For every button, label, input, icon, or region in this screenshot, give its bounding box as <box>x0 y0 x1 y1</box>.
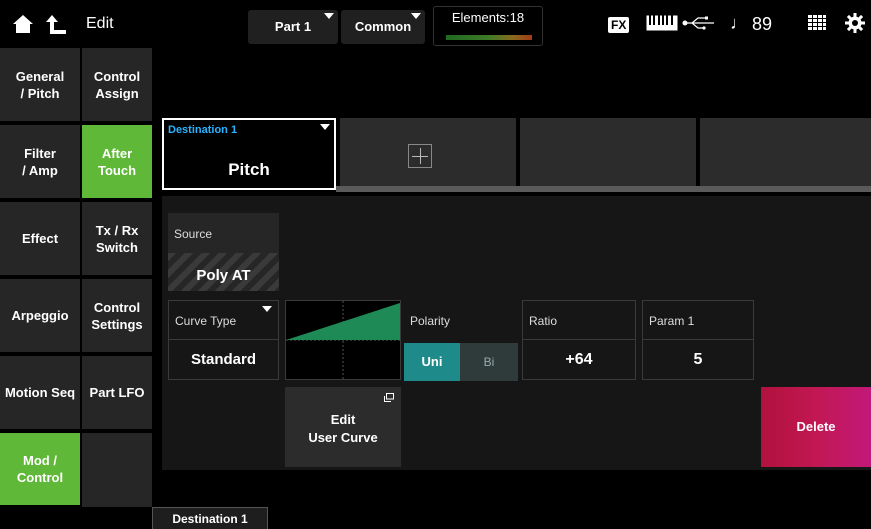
curve-type-selector[interactable]: Curve Type Standard <box>168 300 279 380</box>
subnav-label: Control Assign <box>93 68 141 101</box>
tab-label: Destination 1 <box>172 512 248 526</box>
part-selector-label: Part 1 <box>274 19 312 34</box>
tempo-value[interactable]: 89 <box>752 14 772 35</box>
fx-indicator[interactable]: FX <box>608 17 630 33</box>
divider <box>643 339 753 340</box>
subnav-label: Control Settings <box>91 299 143 332</box>
nav-effect[interactable]: Effect <box>0 202 82 277</box>
dropdown-arrow-icon <box>262 306 272 312</box>
home-icon[interactable] <box>12 14 34 34</box>
nav-arpeggio[interactable]: Arpeggio <box>0 279 82 354</box>
back-up-icon[interactable] <box>44 13 68 35</box>
common-selector-label: Common <box>354 19 412 34</box>
destination-1-selector[interactable]: Destination 1 Pitch <box>162 118 336 190</box>
common-selector-button[interactable]: Common <box>341 10 425 44</box>
subnav-part-lfo[interactable]: Part LFO <box>82 356 152 431</box>
elements-count: Elements:18 <box>451 10 525 25</box>
destination-value: Pitch <box>228 160 270 179</box>
nav-label: Effect <box>21 231 59 246</box>
nav-motion-seq[interactable]: Motion Seq <box>0 356 82 431</box>
destination-slot-empty <box>520 118 696 190</box>
nav-filter-amp[interactable]: Filter / Amp <box>0 125 82 200</box>
source-label: Source <box>174 227 213 241</box>
destination-slot-empty <box>700 118 871 190</box>
top-bar: Edit Part 1 Common Elements:18 FX ♩ 89 <box>0 0 871 48</box>
edit-user-curve-line2: User Curve <box>308 430 378 445</box>
ratio-value: +64 <box>565 351 593 368</box>
subnav-label: Part LFO <box>89 385 145 400</box>
curve-plot <box>286 301 400 379</box>
level-meter <box>446 35 532 40</box>
param1-label: Param 1 <box>649 314 695 328</box>
divider <box>523 339 635 340</box>
polarity-uni-label: Uni <box>421 354 443 369</box>
elements-indicator: Elements:18 <box>433 6 543 46</box>
subnav-empty <box>82 433 152 507</box>
tempo-note-icon: ♩ <box>730 13 748 33</box>
curve-fill <box>286 303 400 340</box>
param1-value: 5 <box>693 351 703 368</box>
polarity-bi-button[interactable]: Bi <box>460 343 518 381</box>
subnav-control-assign[interactable]: Control Assign <box>82 48 152 123</box>
divider <box>169 339 278 340</box>
source-value: Poly AT <box>196 267 251 284</box>
delete-label: Delete <box>796 419 836 434</box>
polarity-label: Polarity <box>410 314 451 328</box>
ratio-label: Ratio <box>529 314 558 328</box>
polarity-uni-button[interactable]: Uni <box>404 343 460 381</box>
curve-type-label: Curve Type <box>175 314 237 328</box>
source-field[interactable]: Source Poly AT <box>168 213 279 291</box>
subnav-control-settings[interactable]: Control Settings <box>82 279 152 354</box>
subnav-label: Tx / Rx Switch <box>95 222 139 255</box>
nav-label: Arpeggio <box>11 308 69 323</box>
ratio-field[interactable]: Ratio +64 <box>522 300 636 380</box>
tab-divider <box>336 186 871 192</box>
nav-label: Filter / Amp <box>22 145 58 178</box>
plus-icon[interactable] <box>408 144 432 168</box>
edit-user-curve-line1: Edit <box>330 412 356 427</box>
tab-destination-1[interactable]: Destination 1 <box>152 507 268 529</box>
part-selector-button[interactable]: Part 1 <box>248 10 338 44</box>
curve-type-value: Standard <box>190 351 256 368</box>
usb-icon <box>682 16 714 30</box>
dropdown-arrow-icon <box>411 13 421 19</box>
subnav-after-touch[interactable]: After Touch <box>82 125 152 200</box>
dropdown-arrow-icon <box>320 124 330 130</box>
subnav-label: After Touch <box>97 145 137 178</box>
delete-button[interactable]: Delete <box>761 387 871 467</box>
destination-label: Destination 1 <box>168 124 238 136</box>
dropdown-arrow-icon <box>324 13 334 19</box>
nav-general-pitch[interactable]: General / Pitch <box>0 48 82 123</box>
nav-mod-control[interactable]: Mod / Control <box>0 433 82 507</box>
nav-label: Mod / Control <box>16 453 64 485</box>
keyboard-icon <box>646 15 678 31</box>
quick-access-grid-icon[interactable] <box>808 15 826 31</box>
screen-title: Edit <box>86 15 114 32</box>
edit-user-curve-button[interactable]: Edit User Curve <box>285 387 401 467</box>
gear-icon[interactable] <box>845 13 865 33</box>
subnav-tx-rx-switch[interactable]: Tx / Rx Switch <box>82 202 152 277</box>
param1-field[interactable]: Param 1 5 <box>642 300 754 380</box>
popup-window-icon <box>384 393 394 402</box>
nav-label: General / Pitch <box>15 68 65 101</box>
nav-label: Motion Seq <box>4 385 76 400</box>
polarity-bi-label: Bi <box>483 355 495 369</box>
curve-graph <box>285 300 401 380</box>
